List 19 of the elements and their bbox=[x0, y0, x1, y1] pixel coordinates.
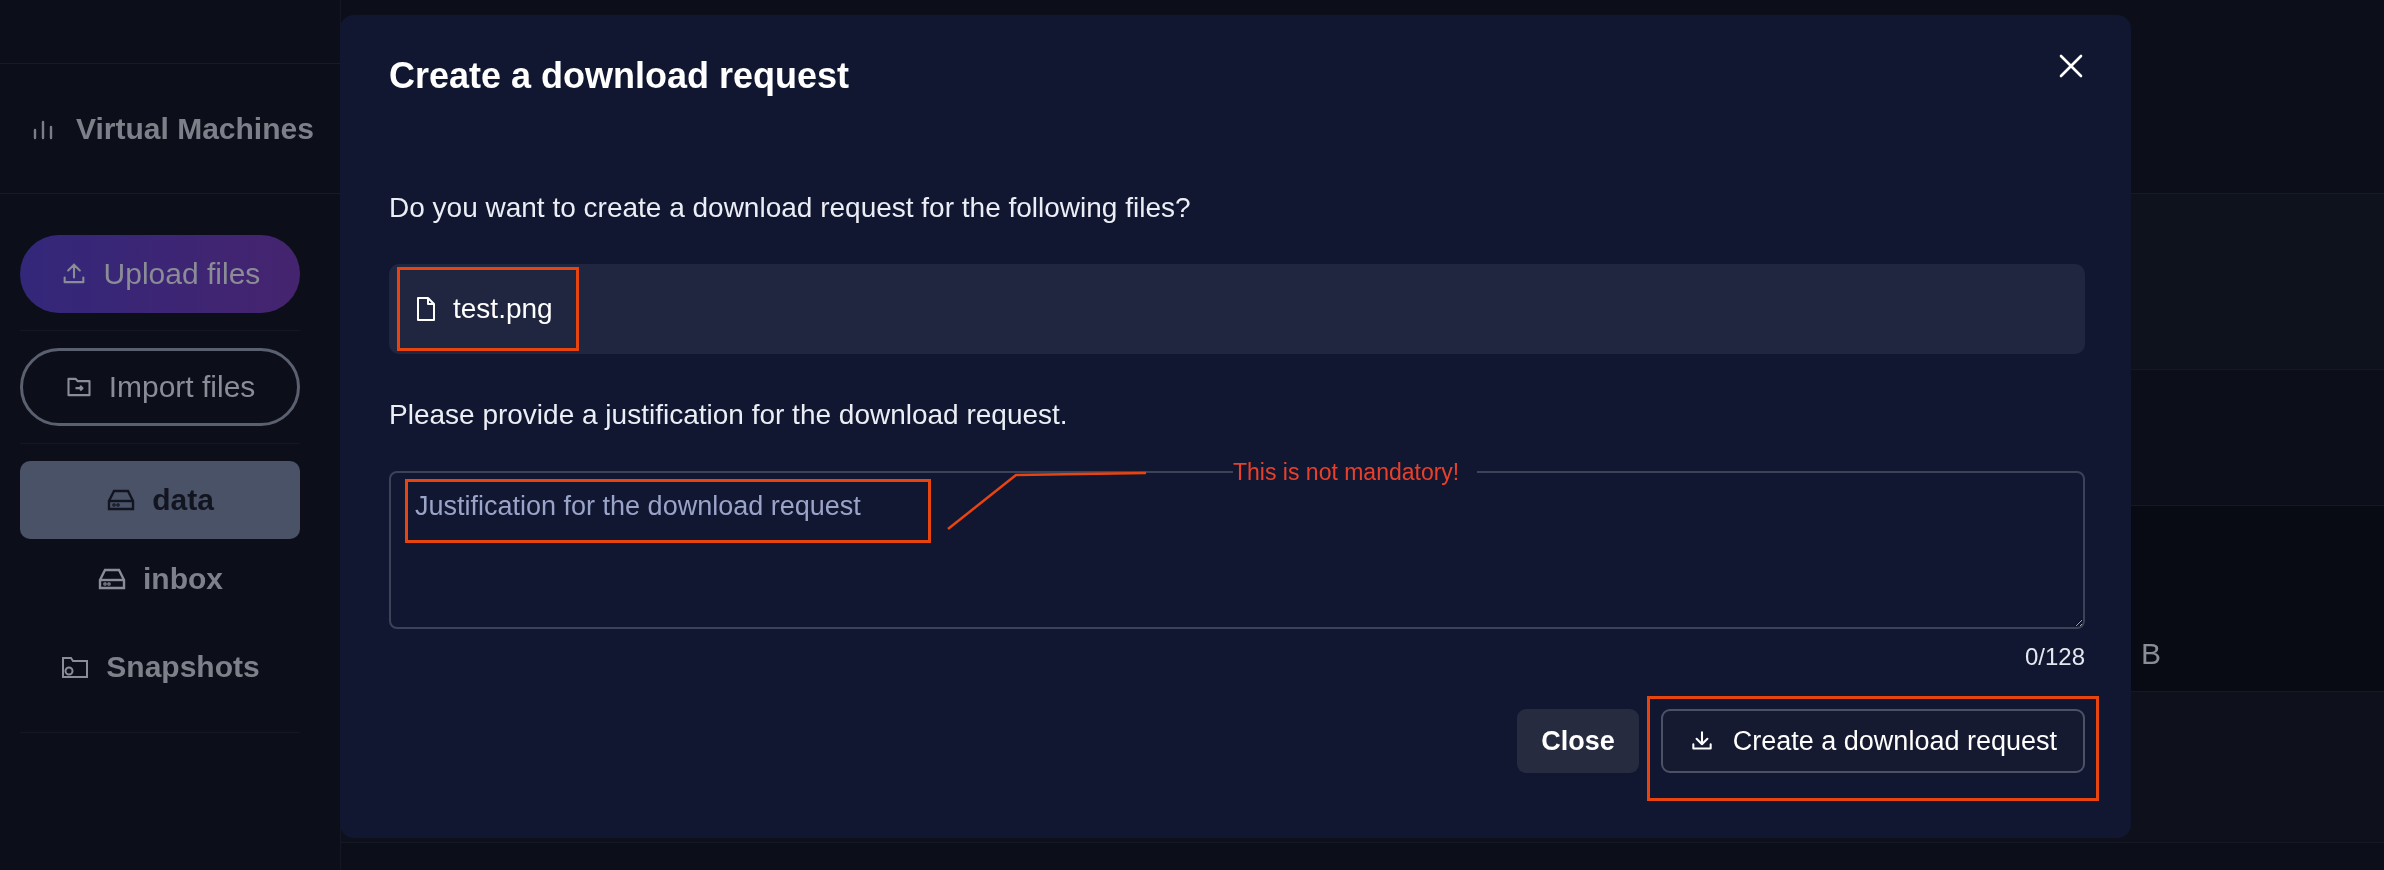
upload-button[interactable]: Upload files bbox=[20, 235, 300, 313]
create-request-button[interactable]: Create a download request bbox=[1660, 709, 2085, 773]
drive-icon bbox=[97, 566, 127, 592]
drive-icon bbox=[106, 487, 137, 513]
import-button[interactable]: Import files bbox=[20, 348, 300, 426]
file-icon bbox=[415, 296, 437, 322]
sidebar-item[interactable]: inbox bbox=[20, 539, 300, 619]
justification-label: Please provide a justification for the download request. bbox=[389, 399, 1069, 431]
dialog-title: Create a download request bbox=[389, 55, 850, 97]
close-icon[interactable] bbox=[2057, 52, 2085, 80]
annotation-note: This is not mandatory! bbox=[1233, 459, 1478, 486]
folder-camera-icon bbox=[60, 654, 91, 680]
close-button[interactable]: Close bbox=[1517, 709, 1639, 773]
section-title: Virtual Machines bbox=[76, 111, 314, 146]
sidebar-item[interactable]: Snapshots bbox=[20, 627, 300, 707]
background-text: B bbox=[2141, 637, 2161, 671]
file-name: test.png bbox=[453, 293, 553, 325]
question-text: Do you want to create a download request for the following files? bbox=[389, 192, 1192, 224]
character-counter: 0/128 bbox=[2024, 643, 2085, 671]
